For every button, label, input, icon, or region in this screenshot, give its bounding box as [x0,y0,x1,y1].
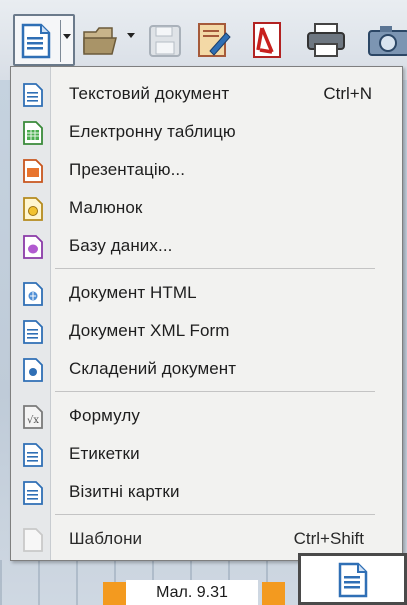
menu-item-label: Візитні картки [69,482,180,501]
menu-item-label: Складений документ [69,359,237,378]
menu-item-master-document[interactable]: Складений документ [11,350,402,388]
menu-item-xml-form[interactable]: Документ XML Form [11,312,402,350]
menu-item-shortcut: Ctrl+Shift [293,529,364,548]
menu-item-label: Малюнок [69,198,143,217]
menu-item-labels[interactable]: Етикетки [11,435,402,473]
menu-item-text-document[interactable]: Текстовий документ Ctrl+N [11,75,402,113]
draw-drawing-icon [23,197,43,221]
save-icon [149,25,181,57]
calc-spreadsheet-icon [23,121,43,145]
menu-separator [55,268,375,269]
menu-item-label: Шаблони [69,529,143,548]
menu-item-spreadsheet[interactable]: Електронну таблицю [11,113,402,151]
menu-item-label: Документ XML Form [69,321,230,340]
labels-icon [23,443,43,467]
new-document-icon [21,23,51,59]
menu-item-label: Формулу [69,406,140,425]
caption-marker [262,582,285,605]
new-document-icon [338,562,368,598]
open-folder-icon [83,27,117,55]
caption-marker [103,582,126,605]
base-database-icon [23,235,43,259]
edit-document-button[interactable] [196,16,236,62]
business-cards-icon [23,481,43,505]
new-document-button[interactable] [13,14,75,66]
menu-item-presentation[interactable]: Презентацію... [11,151,402,189]
svg-text:√x: √x [27,415,39,426]
save-button[interactable] [146,16,186,62]
export-pdf-icon [253,22,281,58]
menu-item-label: Текстовий документ [69,84,230,103]
camera-button[interactable] [366,16,407,62]
new-document-button-preview [298,553,407,605]
menu-item-label: Презентацію... [69,160,186,179]
menu-item-label: Документ HTML [69,283,197,302]
edit-document-icon [198,23,231,57]
open-button[interactable] [82,16,122,62]
master-document-icon [23,358,43,382]
impress-presentation-icon [23,159,43,183]
menu-separator [55,514,375,515]
menu-item-drawing[interactable]: Малюнок [11,189,402,227]
chevron-down-icon[interactable] [127,33,135,38]
menu-item-html-document[interactable]: Документ HTML [11,274,402,312]
math-formula-icon: √x [23,405,43,429]
menu-item-label: Етикетки [69,444,140,463]
export-pdf-button[interactable] [250,16,290,62]
figure-caption: Мал. 9.31 [156,584,228,601]
print-button[interactable] [306,16,346,62]
menu-item-label: Електронну таблицю [69,122,236,141]
chevron-down-icon[interactable] [63,34,71,39]
html-document-icon [23,282,43,306]
templates-icon [23,528,43,552]
menu-separator [55,391,375,392]
menu-item-label: Базу даних... [69,236,173,255]
print-icon [307,23,345,57]
menu-item-business-cards[interactable]: Візитні картки [11,473,402,511]
new-document-menu: Текстовий документ Ctrl+N Електронну таб… [10,66,403,561]
menu-item-shortcut: Ctrl+N [323,84,372,103]
menu-item-formula[interactable]: √x Формулу [11,397,402,435]
xml-form-document-icon [23,320,43,344]
caption-box: Мал. 9.31 [126,580,258,605]
camera-icon [368,26,407,56]
menu-item-database[interactable]: Базу даних... [11,227,402,265]
split-divider [60,20,61,62]
writer-document-icon [23,83,43,107]
